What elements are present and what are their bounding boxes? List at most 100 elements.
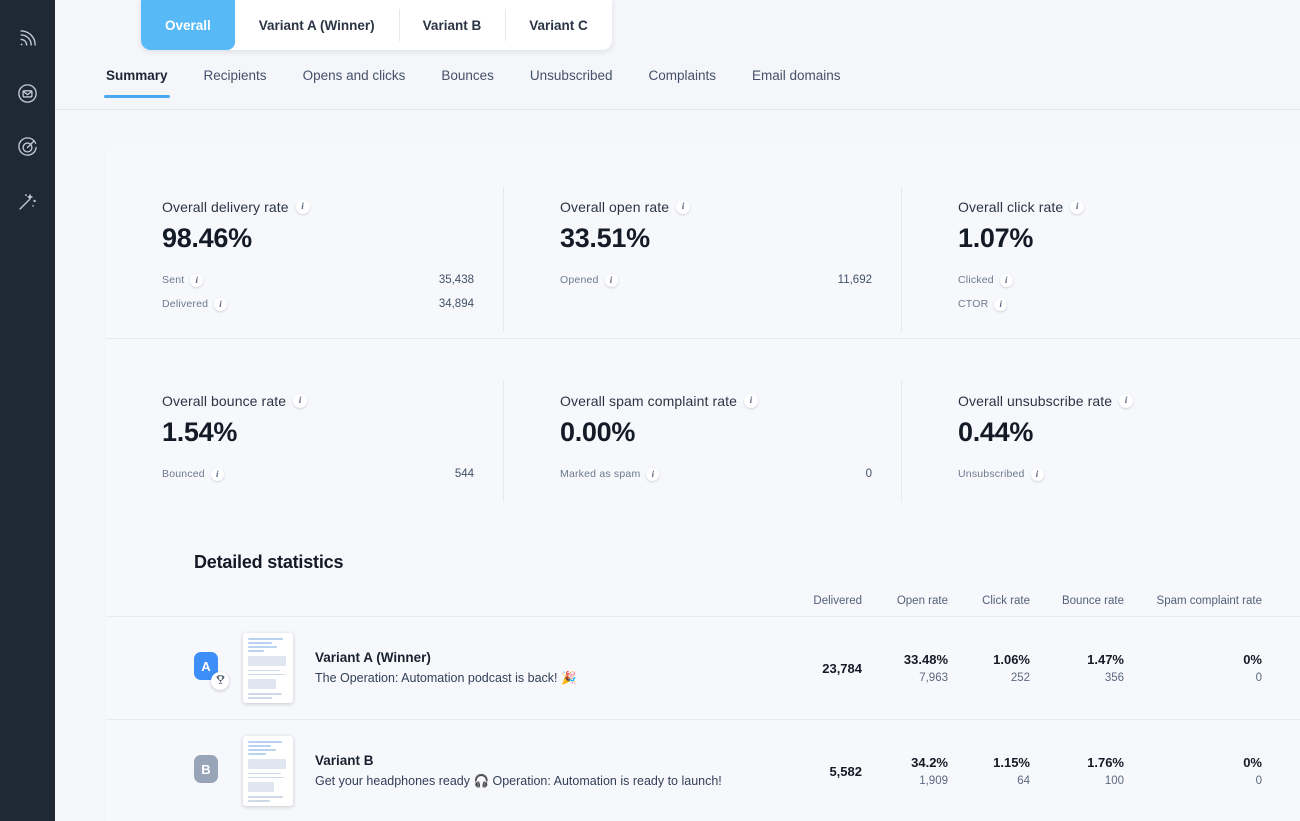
stat-lines: Opened i 11,692	[560, 268, 872, 292]
subnav-item-complaints[interactable]: Complaints	[648, 68, 716, 96]
click-count-value: 64	[948, 775, 1030, 787]
sidebar-item-broadcasts[interactable]	[7, 18, 49, 60]
spam-count-value: 0	[1124, 672, 1262, 684]
stat-lines: Unsubscribed i	[958, 462, 1270, 486]
app-root: Overall Variant A (Winner) Variant B Var…	[0, 0, 1300, 821]
stat-line: Sent i 35,438	[162, 268, 474, 292]
table-row[interactable]: A	[106, 617, 1300, 720]
subnav-item-summary[interactable]: Summary	[106, 68, 168, 96]
sidebar-item-email-campaigns[interactable]	[7, 72, 49, 114]
stat-line: Bounced i 544	[162, 462, 474, 486]
info-icon[interactable]: i	[1000, 274, 1013, 287]
sidebar-item-goals[interactable]	[7, 126, 49, 168]
trophy-icon	[215, 672, 226, 690]
email-preview-thumbnail[interactable]	[243, 633, 293, 703]
stat-line-label: Clicked i	[958, 274, 1013, 287]
stat-line-label: Unsubscribed i	[958, 468, 1044, 481]
stat-lines: Sent i 35,438 Delivered i 34,894	[162, 268, 474, 316]
info-icon[interactable]: i	[676, 200, 690, 214]
subnav-item-email-domains[interactable]: Email domains	[752, 68, 841, 96]
info-icon[interactable]: i	[1031, 468, 1044, 481]
info-icon[interactable]: i	[1070, 200, 1084, 214]
stat-value: 0.44%	[958, 417, 1270, 448]
open-count-value: 1,909	[862, 775, 948, 787]
click-count-value: 252	[948, 672, 1030, 684]
variant-tab-a[interactable]: Variant A (Winner)	[235, 0, 399, 50]
stat-line-label: Marked as spam i	[560, 468, 659, 481]
info-icon[interactable]: i	[744, 394, 758, 408]
subnav-item-bounces[interactable]: Bounces	[441, 68, 494, 96]
table-head: Delivered Open rate Click rate Bounce ra…	[106, 595, 1300, 617]
stat-line-label-text: Sent	[162, 274, 184, 286]
overall-stats-row-1: Overall delivery rate i 98.46% Sent i 35…	[106, 181, 1300, 339]
stat-line-label-text: Delivered	[162, 298, 208, 310]
delivered-value: 5,582	[770, 764, 862, 779]
info-icon[interactable]: i	[605, 274, 618, 287]
stat-card-title: Overall open rate i	[560, 199, 872, 215]
info-icon[interactable]: i	[296, 200, 310, 214]
stat-card-title: Overall delivery rate i	[162, 199, 474, 215]
open-count-value: 7,963	[862, 672, 948, 684]
variant-subject: Get your headphones ready 🎧 Operation: A…	[315, 774, 722, 789]
bounce-rate-value: 1.47%	[1030, 652, 1124, 667]
info-icon[interactable]: i	[214, 298, 227, 311]
summary-panel: Overall delivery rate i 98.46% Sent i 35…	[106, 145, 1300, 821]
variant-text: Variant B Get your headphones ready 🎧 Op…	[315, 753, 722, 789]
info-icon[interactable]: i	[646, 468, 659, 481]
info-icon[interactable]: i	[994, 298, 1007, 311]
stat-line-value: 0	[866, 468, 872, 480]
target-icon	[16, 136, 39, 159]
column-header-spam-complaint-rate: Spam complaint rate	[1124, 595, 1300, 617]
spam-count-value: 0	[1124, 775, 1262, 787]
variant-name: Variant A (Winner)	[315, 650, 577, 665]
info-icon[interactable]: i	[190, 274, 203, 287]
click-rate-value: 1.06%	[948, 652, 1030, 667]
column-header-variant	[106, 595, 770, 617]
subnav-item-opens-and-clicks[interactable]: Opens and clicks	[303, 68, 406, 96]
stat-line: CTOR i	[958, 292, 1270, 316]
variant-tab-overall[interactable]: Overall	[141, 0, 235, 50]
rss-icon	[17, 28, 39, 50]
variant-tab-c[interactable]: Variant C	[505, 0, 612, 50]
delivered-cell: 23,784	[770, 617, 862, 720]
bounce-rate-cell: 1.47% 356	[1030, 617, 1124, 720]
variant-subject: The Operation: Automation podcast is bac…	[315, 671, 577, 686]
stat-title-text: Overall unsubscribe rate	[958, 393, 1112, 409]
variant-name: Variant B	[315, 753, 722, 768]
variant-tab-b[interactable]: Variant B	[399, 0, 506, 50]
spam-rate-cell: 0% 0	[1124, 617, 1300, 720]
click-rate-cell: 1.15% 64	[948, 720, 1030, 821]
info-icon[interactable]: i	[293, 394, 307, 408]
subnav-item-unsubscribed[interactable]: Unsubscribed	[530, 68, 613, 96]
stat-line: Unsubscribed i	[958, 462, 1270, 486]
detailed-statistics-section: Detailed statistics Delivered Open rate …	[106, 552, 1300, 821]
open-rate-value: 33.48%	[862, 652, 948, 667]
info-icon[interactable]: i	[1119, 394, 1133, 408]
stat-line-label-text: Bounced	[162, 468, 205, 480]
variant-badge: B	[194, 755, 218, 783]
delivered-value: 23,784	[770, 661, 862, 676]
stat-card-title: Overall click rate i	[958, 199, 1270, 215]
stat-line: Marked as spam i 0	[560, 462, 872, 486]
spam-rate-cell: 0% 0	[1124, 720, 1300, 821]
column-header-click-rate: Click rate	[948, 595, 1030, 617]
subnav-item-recipients[interactable]: Recipients	[204, 68, 267, 96]
stat-card-spam-complaint-rate: Overall spam complaint rate i 0.00% Mark…	[504, 375, 902, 508]
stat-card-open-rate: Overall open rate i 33.51% Opened i 11,6…	[504, 181, 902, 339]
column-header-open-rate: Open rate	[862, 595, 948, 617]
sidebar	[0, 0, 55, 821]
stat-lines: Clicked i CTOR i	[958, 268, 1270, 316]
bounce-count-value: 100	[1030, 775, 1124, 787]
table-header-row: Delivered Open rate Click rate Bounce ra…	[106, 595, 1300, 617]
subnav: Summary Recipients Opens and clicks Boun…	[55, 68, 1300, 110]
stat-card-title: Overall unsubscribe rate i	[958, 393, 1270, 409]
info-icon[interactable]: i	[211, 468, 224, 481]
stat-card-title: Overall spam complaint rate i	[560, 393, 872, 409]
stat-value: 1.54%	[162, 417, 474, 448]
column-header-delivered: Delivered	[770, 595, 862, 617]
email-circle-icon	[16, 82, 39, 105]
email-preview-thumbnail[interactable]	[243, 736, 293, 806]
table-row[interactable]: B	[106, 720, 1300, 821]
sidebar-item-automations[interactable]	[7, 180, 49, 222]
stat-title-text: Overall click rate	[958, 199, 1063, 215]
